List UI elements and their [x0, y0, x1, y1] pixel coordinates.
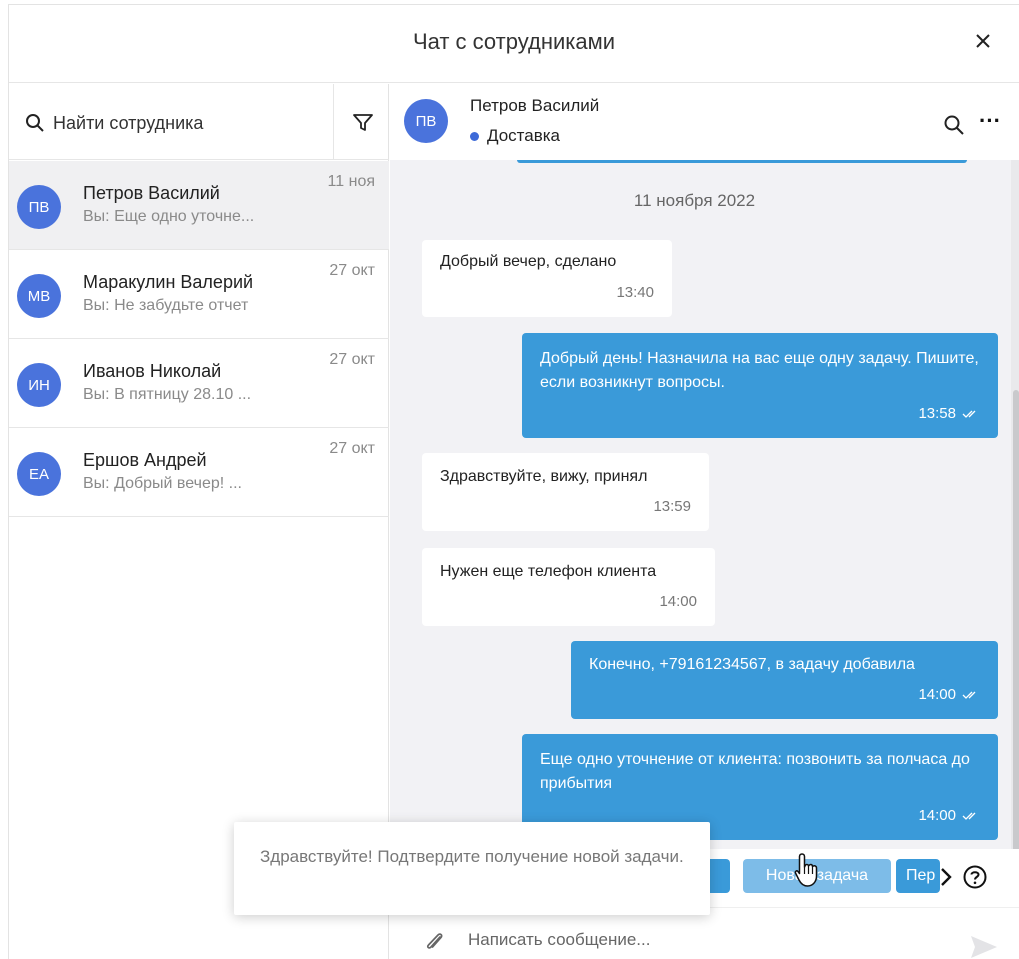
- contact-item[interactable]: ИН Иванов Николай Вы: В пятницу 28.10 ..…: [9, 339, 389, 428]
- message-time: 13:59: [653, 498, 691, 515]
- chevron-right-icon[interactable]: [939, 867, 953, 892]
- more-options-icon[interactable]: ···: [977, 110, 1003, 136]
- avatar: МВ: [17, 274, 61, 318]
- contact-name: Иванов Николай: [83, 361, 222, 381]
- search-icon: [25, 113, 45, 133]
- quick-reply-tooltip: Здравствуйте! Подтвердите получение ново…: [234, 822, 710, 915]
- contact-date: 27 окт: [329, 262, 375, 279]
- message-time: 14:00: [918, 804, 980, 828]
- incoming-message: Здравствуйте, вижу, принял 13:59: [422, 453, 709, 531]
- message-text: Добрый вечер, сделано: [440, 253, 617, 270]
- quick-reply-new-task[interactable]: Новая задача: [743, 859, 891, 893]
- scrollbar-track[interactable]: [1011, 160, 1019, 959]
- chat-contact-status: Доставка: [470, 126, 560, 146]
- outgoing-message: Конечно, +79161234567, в задачу добавила…: [571, 641, 998, 719]
- contact-name: Петров Василий: [83, 183, 220, 203]
- read-check-icon: [962, 691, 976, 699]
- contact-preview: Вы: Еще одно уточне...: [83, 208, 255, 225]
- outgoing-message: Добрый день! Назначила на вас еще одну з…: [522, 333, 998, 438]
- message-time: 13:40: [616, 284, 654, 301]
- attach-icon[interactable]: [424, 930, 446, 954]
- status-dot: [470, 131, 479, 141]
- contact-date: 11 ноя: [327, 173, 375, 190]
- contact-date: 27 окт: [329, 351, 375, 368]
- help-icon[interactable]: [962, 864, 988, 890]
- message-text: Добрый день! Назначила на вас еще одну з…: [540, 350, 979, 391]
- contact-search-input[interactable]: [53, 110, 323, 136]
- status-label: Доставка: [487, 126, 561, 145]
- contact-preview: Вы: Не забудьте отчет: [83, 297, 249, 314]
- contact-name: Маракулин Валерий: [83, 272, 254, 292]
- filter-icon: [353, 114, 373, 131]
- chat-window: Чат с сотрудниками ПВ Петров Василий Вы:…: [8, 4, 1019, 959]
- avatar: ИН: [17, 363, 61, 407]
- chat-header: ПВ Петров Василий Доставка ···: [390, 84, 1019, 160]
- message-time: 14:00: [918, 683, 980, 707]
- avatar: ПВ: [404, 99, 448, 143]
- message-time: 14:00: [659, 593, 697, 610]
- chat-contact-name: Петров Василий: [470, 96, 600, 115]
- message-text: Здравствуйте, вижу, принял: [440, 468, 648, 485]
- avatar: ПВ: [17, 185, 61, 229]
- message-text: Конечно, +79161234567, в задачу добавила: [589, 656, 915, 673]
- contact-search-bar: [9, 84, 389, 160]
- title-bar: Чат с сотрудниками: [9, 5, 1019, 83]
- contact-item[interactable]: ЕА Ершов Андрей Вы: Добрый вечер! ... 27…: [9, 428, 389, 517]
- contact-item[interactable]: ПВ Петров Василий Вы: Еще одно уточне...…: [9, 161, 389, 250]
- previous-message-edge: [517, 160, 967, 163]
- message-text: Нужен еще телефон клиента: [440, 563, 657, 580]
- contact-date: 27 окт: [329, 440, 375, 457]
- message-time: 13:58: [918, 402, 980, 426]
- date-separator: 11 ноября 2022: [633, 191, 756, 210]
- incoming-message: Добрый вечер, сделано 13:40: [422, 240, 672, 317]
- contact-name: Ершов Андрей: [83, 450, 207, 470]
- contact-preview: Вы: В пятницу 28.10 ...: [83, 386, 252, 403]
- close-icon[interactable]: [969, 27, 997, 55]
- message-input[interactable]: [468, 926, 868, 954]
- avatar: ЕА: [17, 452, 61, 496]
- contact-item[interactable]: МВ Маракулин Валерий Вы: Не забудьте отч…: [9, 250, 389, 339]
- incoming-message: Нужен еще телефон клиента 14:00: [422, 548, 715, 626]
- quick-reply-truncated[interactable]: Пер: [896, 859, 940, 893]
- message-text: Еще одно уточнение от клиента: позвонить…: [540, 751, 970, 792]
- chat-search-icon[interactable]: [943, 114, 965, 136]
- contact-list: ПВ Петров Василий Вы: Еще одно уточне...…: [9, 161, 389, 517]
- send-icon[interactable]: [969, 934, 999, 959]
- contact-preview: Вы: Добрый вечер! ...: [83, 475, 242, 492]
- filter-button[interactable]: [333, 84, 389, 160]
- read-check-icon: [962, 812, 976, 820]
- read-check-icon: [962, 410, 976, 418]
- window-title: Чат с сотрудниками: [412, 29, 616, 54]
